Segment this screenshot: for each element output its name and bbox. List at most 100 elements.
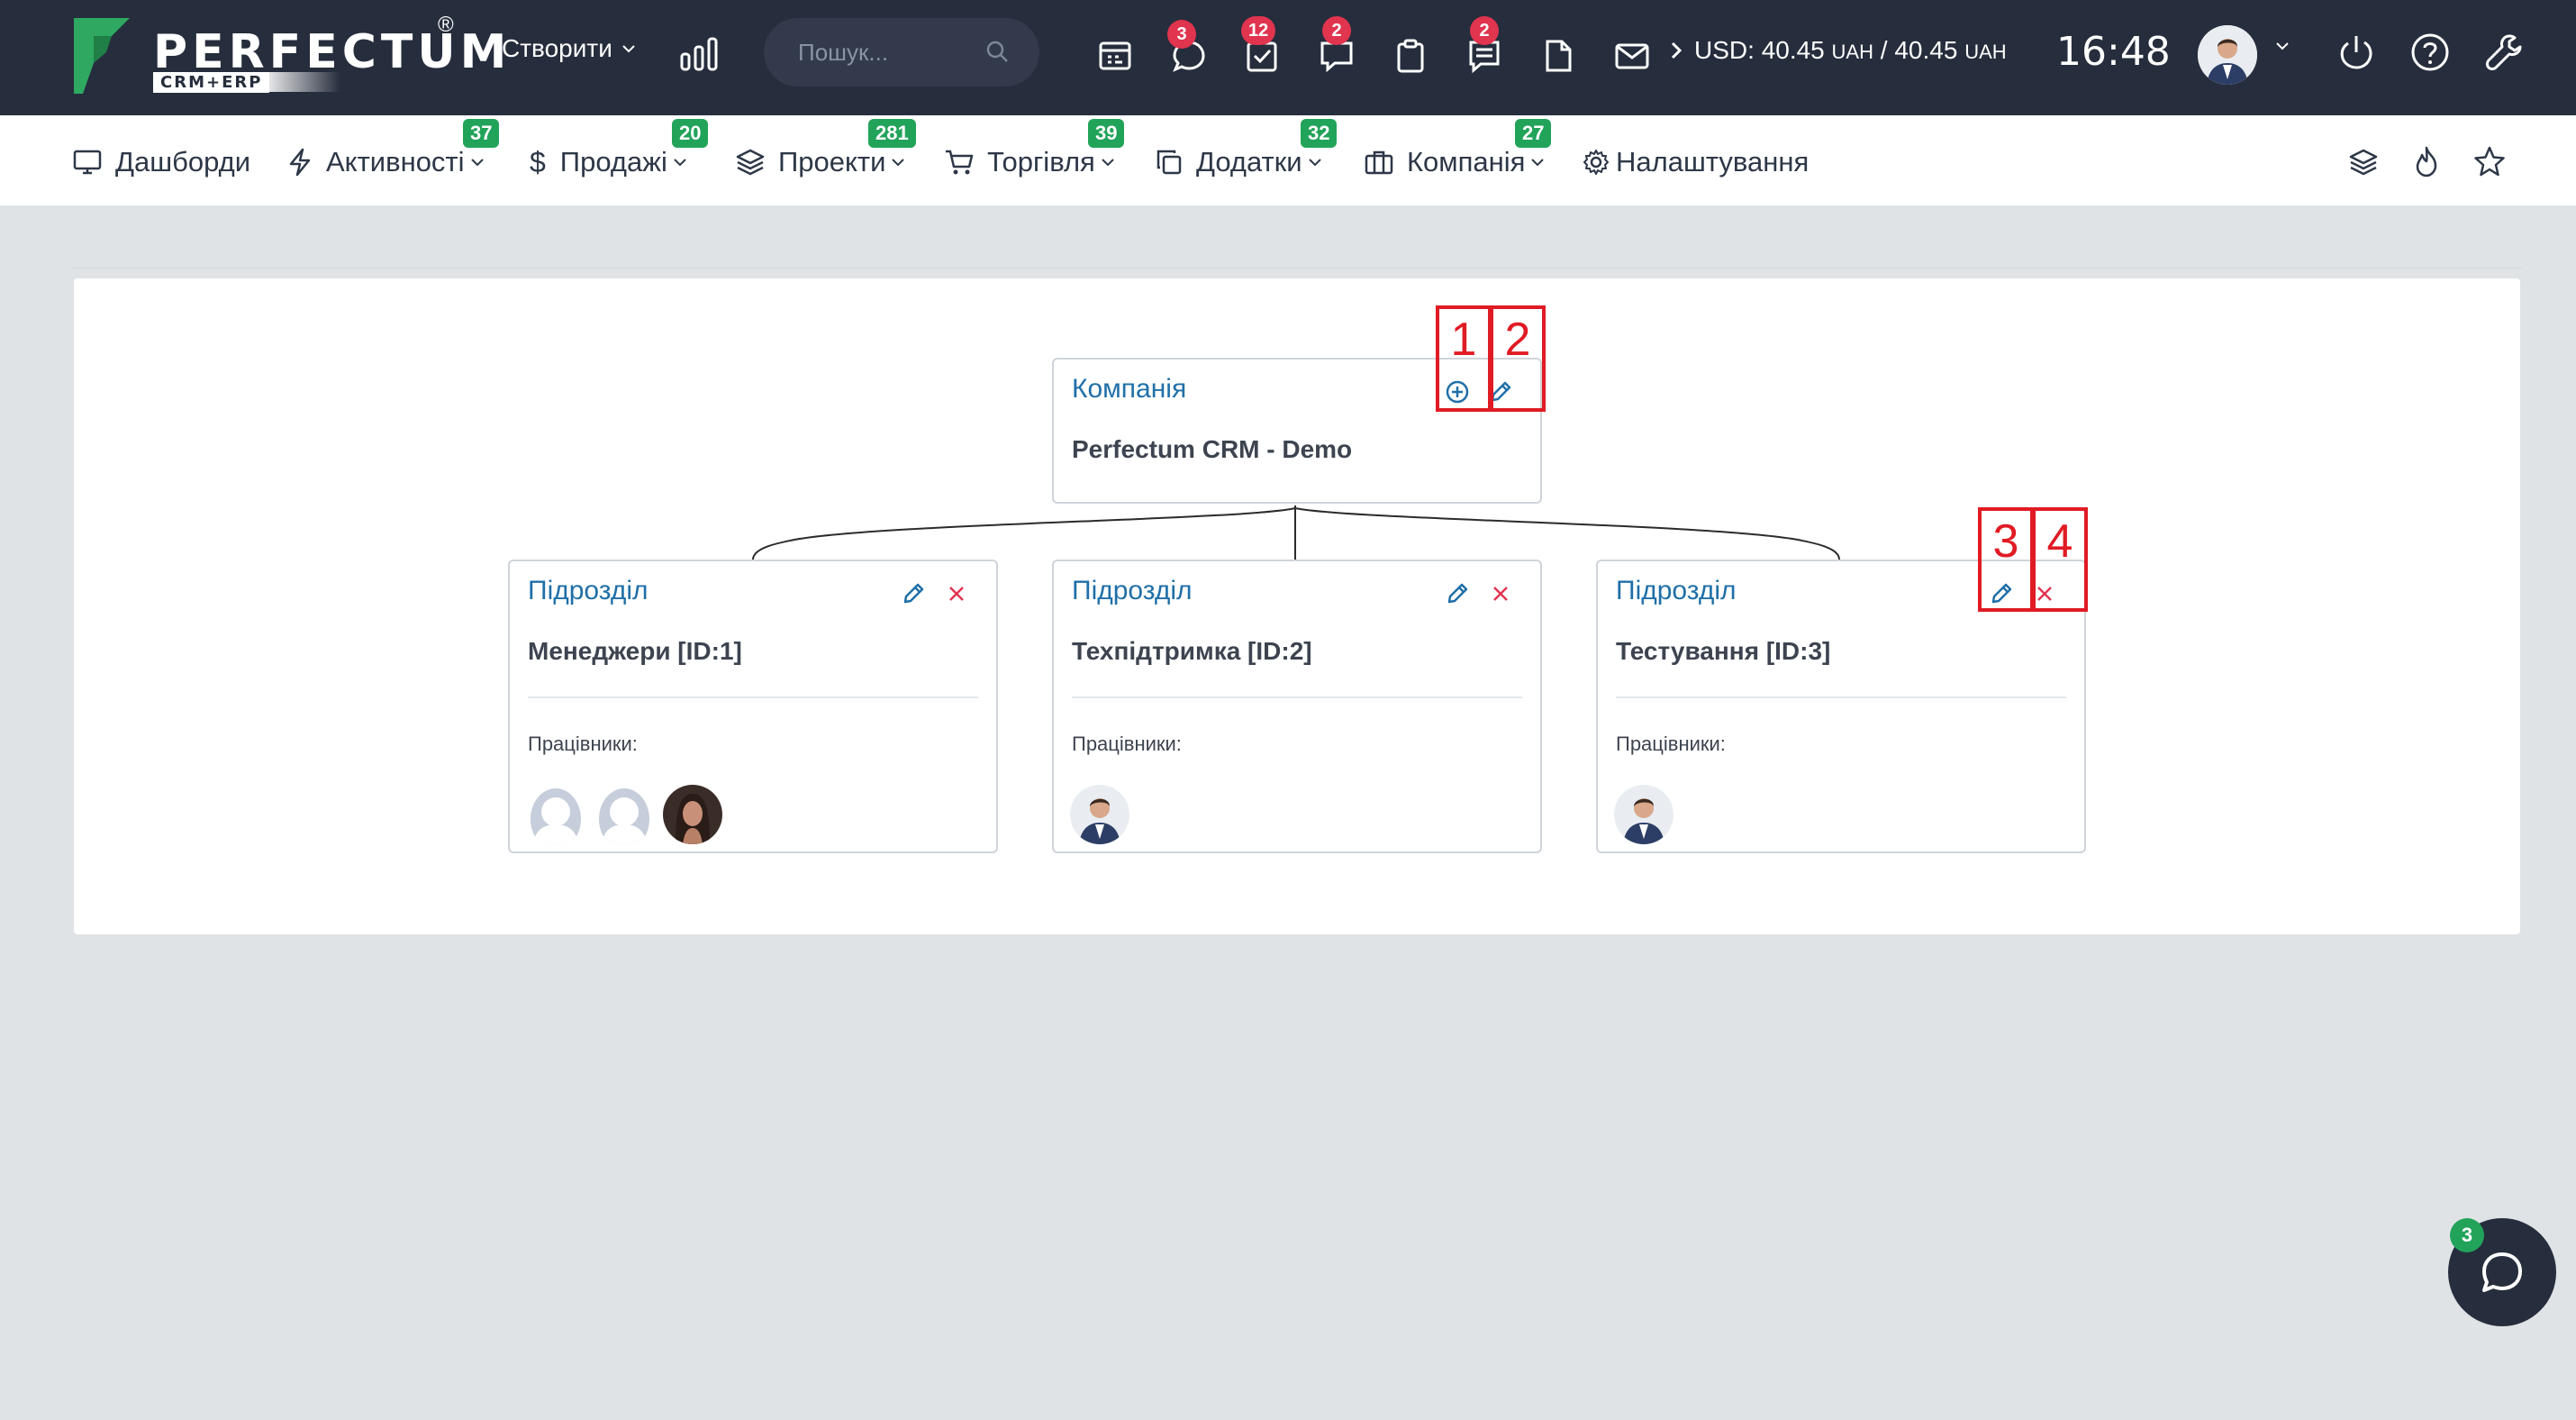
department-name: Менеджери [ID:1] [528,637,742,665]
card-divider [1072,696,1522,698]
annotation-box-1: 1 [1436,305,1492,412]
search-box [764,18,1039,86]
employee-photo-icon [1070,785,1129,844]
brand-sub-fade [259,72,340,92]
nav-addons[interactable]: Додатки 32 [1155,119,1338,182]
layers-icon[interactable] [2340,139,2387,186]
clipboard-icon[interactable] [1387,34,1434,81]
nav-settings[interactable]: Налаштування [1582,142,1809,182]
currency-prefix: USD: [1694,36,1755,64]
staff-label: Працівники: [1616,733,1726,755]
annotation-box-3: 3 [1978,507,2034,612]
user-menu-chevron-icon[interactable] [2275,41,2290,50]
monitor-icon [73,150,102,175]
nav-activities[interactable]: Активності 37 [286,119,500,182]
chat-badge: 3 [2450,1218,2484,1252]
lightning-icon [289,148,311,177]
employee-avatar[interactable] [663,785,722,844]
power-icon[interactable] [2335,31,2381,77]
close-icon [1493,587,1508,601]
employee-avatar[interactable] [526,785,585,844]
department-card: Підрозділ Менеджери [ID:1] Працівники: [508,560,998,853]
reports-chart-icon[interactable] [679,36,721,77]
notes-badge: 2 [1470,16,1499,45]
chats-badge: 2 [1322,16,1351,45]
chevron-down-icon [470,159,484,167]
wrench-icon[interactable] [2482,31,2529,77]
nav-projects-label: Проекти [778,146,886,178]
search-input[interactable] [798,34,978,70]
user-placeholder-icon [526,785,585,844]
layers-icon [736,149,765,176]
tasks-badge: 12 [1241,16,1276,45]
user-avatar[interactable] [2198,25,2257,85]
annotation-number: 1 [1450,314,1477,366]
nav-dashboards[interactable]: Дашборди [72,142,250,182]
chevron-down-icon [1308,159,1321,167]
close-icon [949,587,964,601]
annotation-number: 2 [1504,314,1531,366]
nav-addons-badge: 32 [1301,119,1338,148]
currency-unit: UAH [1964,41,2007,63]
annotation-number: 4 [2046,515,2073,568]
department-card-type: Підрозділ [1616,576,1737,605]
cart-icon [946,150,974,175]
employee-avatar[interactable] [1614,785,1673,844]
nav-settings-label: Налаштування [1616,146,1810,178]
brand-logo[interactable]: PERFECTUM ® CRM+ERP [70,13,506,99]
nav-company[interactable]: Компанія 27 [1364,119,1552,182]
copy-icon [1156,150,1182,175]
help-icon[interactable] [2408,31,2455,77]
employee-avatar[interactable] [594,785,654,844]
chevron-down-icon [674,159,686,167]
top-bar: PERFECTUM ® CRM+ERP Створити 3 12 2 2 [0,0,2576,115]
pencil-icon [1447,583,1468,604]
edit-department-button[interactable] [1438,574,1477,614]
employee-avatar[interactable] [1070,785,1129,844]
nav-projects-badge: 281 [868,119,916,148]
chevron-down-icon [892,159,905,167]
company-name: Perfectum CRM - Demo [1072,435,1353,463]
nav-trade[interactable]: Торгівля 39 [944,119,1125,182]
nav-company-label: Компанія [1407,146,1526,178]
briefcase-icon [1365,150,1393,175]
search-icon[interactable] [985,40,1009,63]
department-name: Техпідтримка [ID:2] [1072,637,1312,665]
delete-department-button[interactable] [937,574,976,614]
nav-addons-label: Додатки [1196,146,1302,178]
nav-sales[interactable]: $ Продажі 20 [530,119,709,182]
document-icon[interactable] [1535,34,1582,81]
logo-mark-icon [74,18,130,94]
mail-icon[interactable] [1609,34,1655,81]
chevron-right-icon[interactable] [1671,41,1682,59]
nav-activities-badge: 37 [463,119,500,148]
gear-icon [1583,150,1609,175]
fire-icon[interactable] [2403,139,2450,186]
card-divider [528,696,978,698]
content-divider [72,268,2522,269]
nav-projects[interactable]: Проекти 281 [735,119,916,182]
nav-sales-label: Продажі [559,146,667,178]
clock: 16:48 [2056,29,2171,75]
create-dropdown[interactable]: Створити [502,34,636,63]
star-icon[interactable] [2466,139,2513,186]
edit-department-button[interactable] [893,574,933,614]
currency-sell: 40.45 [1894,36,1958,64]
create-label: Створити [502,34,612,62]
user-photo-icon [2198,25,2257,85]
department-card: Підрозділ Техпідтримка [ID:2] Працівники… [1052,560,1542,853]
chevron-down-icon [622,45,635,53]
nav-dashboards-label: Дашборди [115,146,251,178]
messages-badge: 3 [1167,20,1196,49]
department-name: Тестування [ID:3] [1616,637,1831,665]
user-placeholder-icon [594,785,654,844]
nav-trade-badge: 39 [1088,119,1125,148]
currency-rate: USD: 40.45 UAH / 40.45 UAH [1671,36,2007,65]
nav-sales-badge: 20 [672,119,709,148]
staff-list [1614,785,1673,844]
company-card-type: Компанія [1072,374,1187,404]
currency-buy: 40.45 [1761,36,1825,64]
delete-department-button[interactable] [1481,574,1520,614]
calendar-icon[interactable] [1092,34,1138,81]
card-divider [1616,696,2066,698]
